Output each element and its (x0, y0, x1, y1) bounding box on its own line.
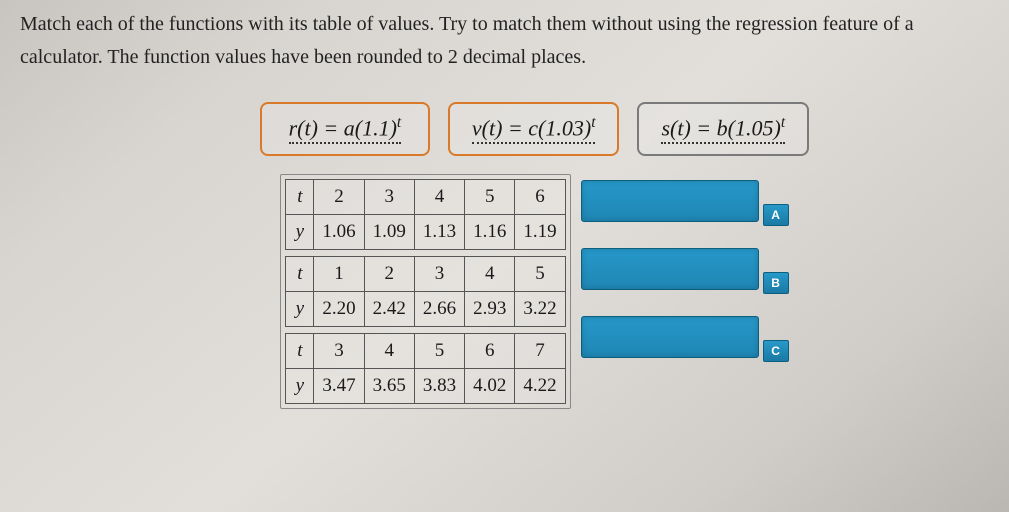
y-cell: 1.19 (515, 215, 565, 250)
t-cell: 5 (515, 257, 565, 292)
question-text: Match each of the functions with its tab… (20, 8, 989, 74)
y-cell: 2.66 (414, 292, 464, 327)
y-cell: 4.02 (465, 369, 515, 404)
value-table-a: t 2 3 4 5 6 y 1.06 1.09 1.13 1.16 1.19 (285, 179, 565, 250)
y-header: y (286, 292, 314, 327)
dropzone-b[interactable] (581, 248, 759, 290)
tables-column: t 2 3 4 5 6 y 1.06 1.09 1.13 1.16 1.19 (280, 174, 570, 409)
function-v-draggable[interactable]: v(t) = c(1.03)t (448, 102, 620, 156)
t-header: t (286, 334, 314, 369)
dropzones-column: A B C (581, 174, 789, 368)
value-table-b: t 1 2 3 4 5 y 2.20 2.42 2.66 2.93 3.22 (285, 256, 565, 327)
value-table-c: t 3 4 5 6 7 y 3.47 3.65 3.83 4.02 4.22 (285, 333, 565, 404)
t-cell: 3 (364, 180, 414, 215)
y-cell: 2.20 (314, 292, 364, 327)
t-cell: 4 (414, 180, 464, 215)
y-cell: 1.09 (364, 215, 414, 250)
t-cell: 3 (414, 257, 464, 292)
t-cell: 2 (314, 180, 364, 215)
dropzone-c[interactable] (581, 316, 759, 358)
y-cell: 3.47 (314, 369, 364, 404)
y-cell: 1.16 (465, 215, 515, 250)
t-cell: 3 (314, 334, 364, 369)
y-cell: 2.93 (465, 292, 515, 327)
y-cell: 2.42 (364, 292, 414, 327)
y-header: y (286, 369, 314, 404)
function-r-draggable[interactable]: r(t) = a(1.1)t (260, 102, 430, 156)
t-cell: 4 (465, 257, 515, 292)
function-s-draggable[interactable]: s(t) = b(1.05)t (637, 102, 809, 156)
draggable-functions-row: r(t) = a(1.1)t v(t) = c(1.03)t s(t) = b(… (260, 102, 809, 156)
y-cell: 3.83 (414, 369, 464, 404)
dropzone-label-c: C (763, 340, 789, 362)
y-cell: 3.65 (364, 369, 414, 404)
y-cell: 3.22 (515, 292, 565, 327)
y-cell: 1.13 (414, 215, 464, 250)
dropzone-label-b: B (763, 272, 789, 294)
t-cell: 5 (465, 180, 515, 215)
t-cell: 2 (364, 257, 414, 292)
t-cell: 6 (465, 334, 515, 369)
y-cell: 1.06 (314, 215, 364, 250)
t-cell: 7 (515, 334, 565, 369)
t-cell: 6 (515, 180, 565, 215)
t-cell: 4 (364, 334, 414, 369)
y-header: y (286, 215, 314, 250)
t-cell: 5 (414, 334, 464, 369)
t-header: t (286, 257, 314, 292)
t-header: t (286, 180, 314, 215)
dropzone-a[interactable] (581, 180, 759, 222)
t-cell: 1 (314, 257, 364, 292)
y-cell: 4.22 (515, 369, 565, 404)
dropzone-label-a: A (763, 204, 789, 226)
